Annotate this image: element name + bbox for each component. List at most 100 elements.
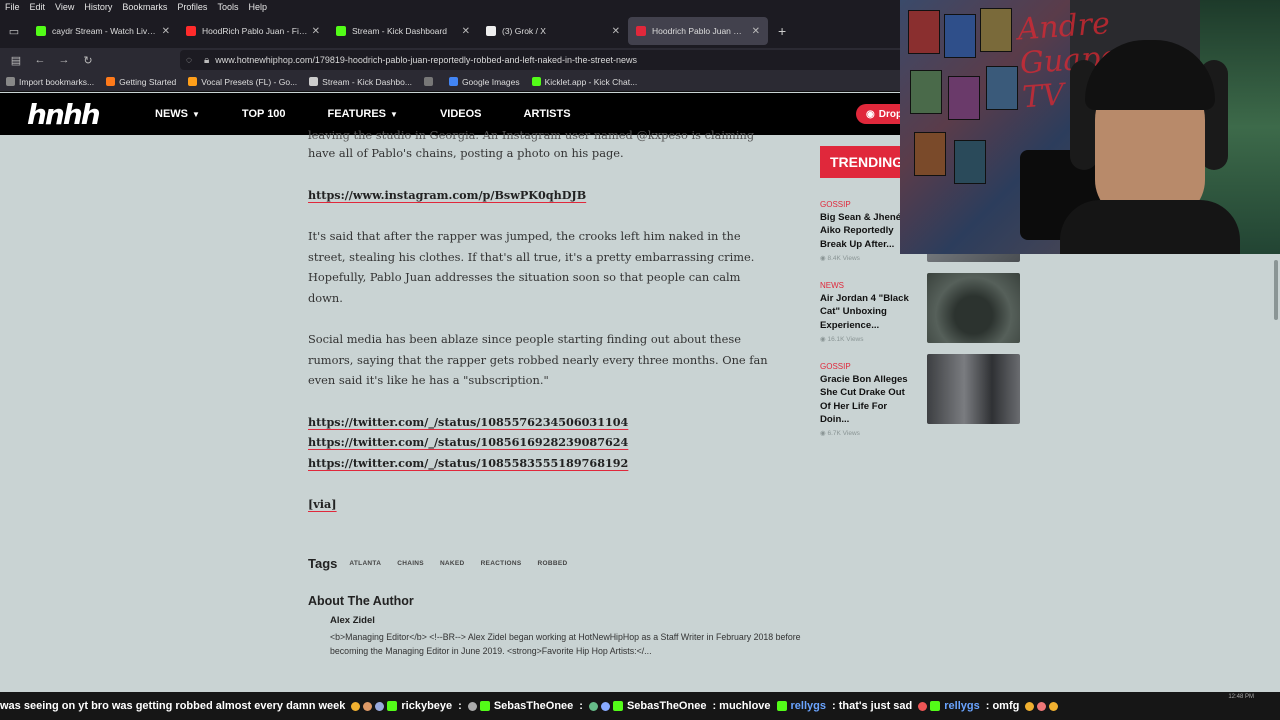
kicklet-icon (531, 77, 541, 86)
bookmark-kick-dashboard[interactable]: Stream - Kick Dashbo... (303, 77, 418, 87)
drop-label: Drop (878, 108, 903, 120)
chevron-down-icon: ▼ (192, 110, 200, 119)
nav-features[interactable]: FEATURES ▼ (328, 108, 398, 120)
nav-features-label: FEATURES (327, 108, 387, 120)
x-icon (486, 26, 496, 36)
sidebar-toggle-icon[interactable]: ▤ (4, 54, 28, 67)
menu-bookmarks[interactable]: Bookmarks (117, 2, 172, 12)
clock-text: 12:48 PM (1228, 694, 1254, 700)
page-icon (188, 77, 198, 86)
kick-icon (612, 701, 623, 711)
chat-message: : that's just sad (832, 700, 913, 712)
forward-button[interactable]: → (52, 54, 76, 66)
nav-artists[interactable]: ARTISTS (524, 108, 571, 120)
menu-history[interactable]: History (79, 2, 117, 12)
menu-view[interactable]: View (50, 2, 79, 12)
tag-reactions[interactable]: REACTIONS (481, 560, 522, 567)
bookmark-getting-started[interactable]: Getting Started (100, 77, 182, 87)
emote-icon (467, 701, 477, 711)
chat-message: : muchlove (712, 700, 771, 712)
page-scrollbar[interactable] (1274, 260, 1278, 320)
tag-atlanta[interactable]: ATLANTA (349, 560, 381, 567)
kick-icon (930, 701, 941, 711)
bookmark-label: Google Images (461, 76, 520, 87)
tab-kick-stream[interactable]: caydr Stream - Watch Live on Kick ✕ (28, 17, 178, 45)
menu-help[interactable]: Help (243, 2, 272, 12)
trending-title[interactable]: Air Jordan 4 "Black Cat" Unboxing Experi… (820, 292, 918, 332)
youtube-icon (186, 26, 196, 36)
site-logo[interactable]: hnhh (27, 98, 117, 131)
back-button[interactable]: ← (28, 54, 52, 66)
bookmark-s[interactable] (418, 77, 443, 86)
tag-chains[interactable]: CHAINS (397, 560, 424, 567)
twitter-link[interactable]: https://twitter.com/_/status/10855762345… (308, 415, 628, 429)
poster (910, 70, 942, 114)
via-link[interactable]: [via] (308, 497, 337, 511)
trending-item[interactable]: GOSSIP Gracie Bon Alleges She Cut Drake … (820, 354, 1020, 437)
menu-file[interactable]: File (0, 2, 25, 12)
close-tab-icon[interactable]: ✕ (752, 26, 760, 37)
url-text: www.hotnewhiphop.com/179819-hoodrich-pab… (215, 55, 638, 65)
bookmark-kicklet[interactable]: Kicklet.app - Kick Chat... (526, 77, 644, 87)
trending-thumbnail[interactable] (927, 354, 1020, 424)
nav-top-100[interactable]: TOP 100 (242, 108, 286, 120)
poster (980, 8, 1012, 52)
instagram-link[interactable]: https://www.instagram.com/p/BswPK0qhDJB (308, 188, 586, 202)
hnhh-icon (636, 26, 646, 36)
menu-tools[interactable]: Tools (212, 2, 243, 12)
new-tab-button[interactable]: + (768, 23, 796, 39)
tab-list-icon[interactable]: ▭ (0, 25, 28, 38)
tag-robbed[interactable]: ROBBED (538, 560, 568, 567)
nav-news[interactable]: NEWS ▼ (155, 108, 200, 120)
bookmark-label: Vocal Presets (FL) - Go... (201, 76, 298, 87)
trending-title[interactable]: Gracie Bon Alleges She Cut Drake Out Of … (820, 373, 918, 426)
tab-label: (3) Grok / X (502, 26, 546, 36)
bookmark-label: Getting Started (119, 76, 177, 87)
poster (986, 66, 1018, 110)
about-author-heading: About The Author (308, 594, 414, 608)
close-tab-icon[interactable]: ✕ (462, 26, 470, 37)
tag-naked[interactable]: NAKED (440, 560, 465, 567)
emote-icon (1037, 701, 1047, 711)
emote-icon (918, 701, 928, 711)
close-tab-icon[interactable]: ✕ (312, 26, 320, 37)
lock-icon[interactable]: 🔒︎ (204, 55, 209, 66)
chat-username: SebasTheOnee (626, 700, 707, 712)
tags-heading: Tags (308, 556, 338, 571)
tab-grok[interactable]: (3) Grok / X ✕ (478, 17, 628, 45)
trending-thumbnail[interactable] (927, 273, 1020, 343)
shield-icon[interactable]: ◌ (186, 55, 192, 66)
webcam-overlay: Andre Guapo TV (900, 0, 1280, 254)
streamer-body (1060, 200, 1240, 254)
tab-hnhh-active[interactable]: Hoodrich Pablo Juan Reportedly ✕ (628, 17, 768, 45)
twitter-link[interactable]: https://twitter.com/_/status/10855835551… (308, 456, 628, 470)
tab-youtube[interactable]: HoodRich Pablo Juan - First Day ✕ (178, 17, 328, 45)
article-paragraph: have all of Pablo's chains, posting a ph… (308, 146, 624, 160)
twitter-link[interactable]: https://twitter.com/_/status/10856169282… (308, 435, 628, 449)
article-paragraph-cut: leaving the studio in Georgia. An Instag… (308, 128, 755, 142)
menu-edit[interactable]: Edit (25, 2, 51, 12)
author-name[interactable]: Alex Zidel (330, 615, 375, 626)
nav-videos[interactable]: VIDEOS (440, 108, 482, 120)
close-tab-icon[interactable]: ✕ (612, 26, 620, 37)
chat-username: rellygs (790, 700, 826, 712)
emote-icon (1049, 701, 1059, 711)
reload-button[interactable]: ↻ (76, 54, 100, 67)
chevron-down-icon: ▼ (390, 110, 398, 119)
trending-item[interactable]: NEWS Air Jordan 4 "Black Cat" Unboxing E… (820, 273, 1020, 343)
kick-icon (479, 701, 490, 711)
menu-profiles[interactable]: Profiles (172, 2, 212, 12)
emote-icon (1025, 701, 1035, 711)
chat-username: rickybeye (401, 700, 453, 712)
close-tab-icon[interactable]: ✕ (162, 26, 170, 37)
bookmark-label: Import bookmarks... (19, 76, 95, 87)
tab-kick-dashboard[interactable]: Stream - Kick Dashboard ✕ (328, 17, 478, 45)
nav-news-label: NEWS (155, 108, 188, 120)
bookmark-import[interactable]: Import bookmarks... (0, 77, 100, 87)
article-body: leaving the studio in Georgia. An Instag… (308, 125, 768, 515)
tab-label: HoodRich Pablo Juan - First Day (202, 26, 308, 36)
bookmark-vocal-presets[interactable]: Vocal Presets (FL) - Go... (182, 77, 303, 87)
bookmark-google-images[interactable]: Google Images (443, 77, 526, 87)
article-paragraph: It's said that after the rapper was jump… (308, 229, 755, 305)
trending-views: ◉ 6.7K Views (820, 429, 1020, 437)
